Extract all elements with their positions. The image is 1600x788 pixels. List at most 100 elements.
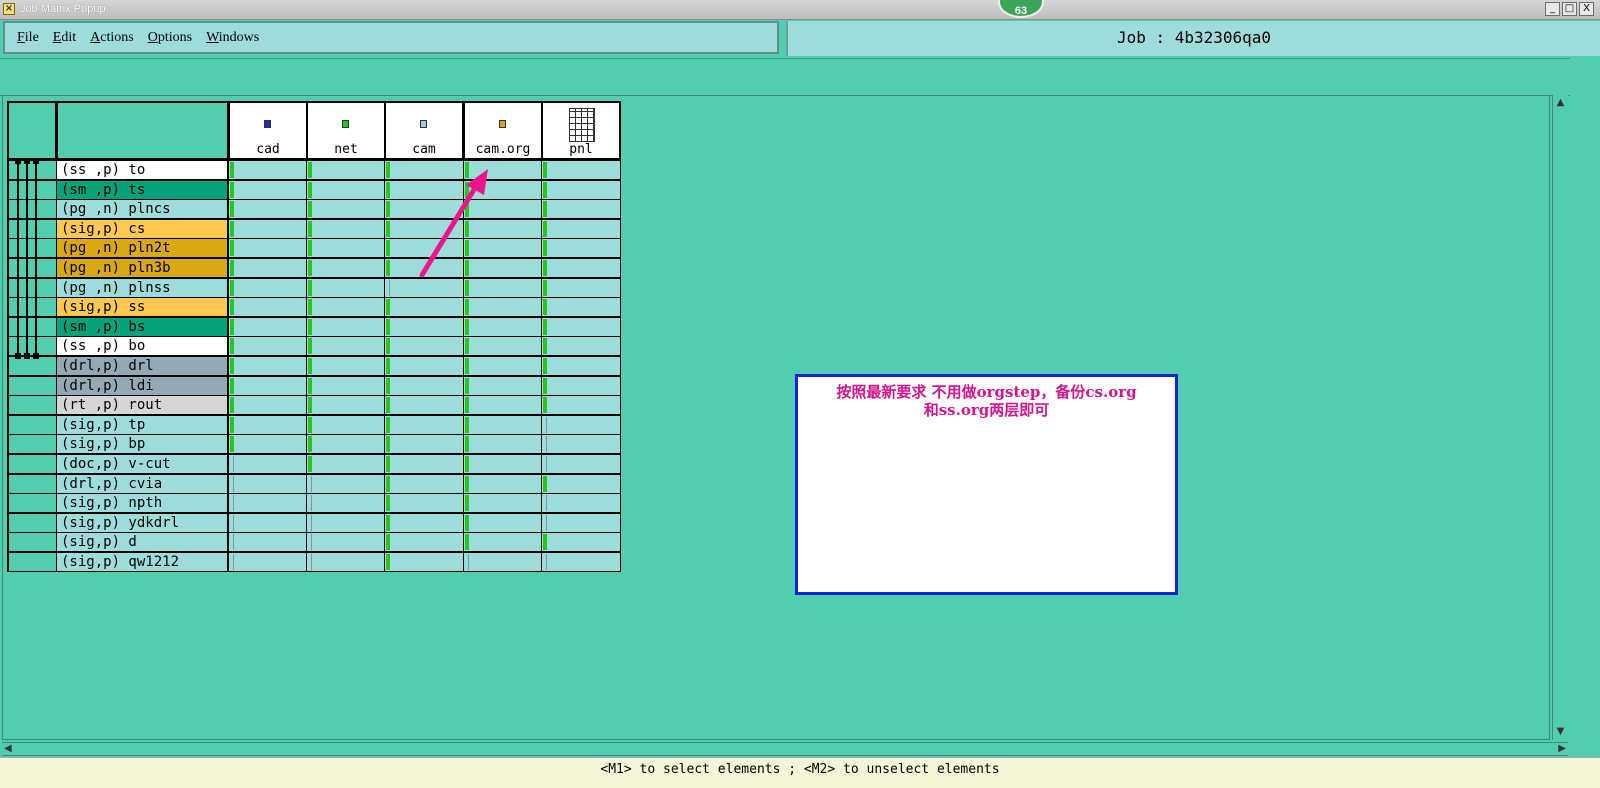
matrix-cell[interactable] — [541, 434, 621, 455]
matrix-cell[interactable] — [541, 473, 621, 494]
layer-name-cell[interactable]: (sig,p) tp — [56, 414, 229, 435]
matrix-cell[interactable] — [306, 395, 386, 416]
matrix-cell[interactable] — [306, 277, 386, 298]
matrix-cell[interactable] — [306, 160, 386, 180]
matrix-cell[interactable] — [541, 218, 621, 239]
layer-link-cell[interactable] — [7, 454, 57, 474]
scroll-up-icon[interactable]: ▲ — [1554, 97, 1567, 109]
matrix-cell[interactable] — [384, 336, 464, 357]
scroll-down-icon[interactable]: ▼ — [1554, 726, 1567, 738]
matrix-cell[interactable] — [306, 199, 386, 220]
matrix-cell[interactable] — [228, 199, 308, 220]
layer-link-cell[interactable] — [7, 297, 57, 318]
matrix-cell[interactable] — [228, 238, 308, 259]
layer-link-cell[interactable] — [7, 316, 57, 337]
layer-link-cell[interactable] — [7, 473, 57, 494]
matrix-cell[interactable] — [384, 434, 464, 455]
matrix-cell[interactable] — [541, 395, 621, 416]
matrix-cell[interactable] — [228, 552, 308, 572]
step-header-net[interactable]: net — [306, 101, 386, 160]
matrix-cell[interactable] — [541, 160, 621, 180]
layer-link-cell[interactable] — [7, 552, 57, 572]
matrix-cell[interactable] — [306, 454, 386, 474]
layer-name-cell[interactable]: (sm ,p) bs — [56, 316, 229, 337]
matrix-cell[interactable] — [228, 473, 308, 494]
matrix-cell[interactable] — [228, 532, 308, 553]
matrix-cell[interactable] — [541, 414, 621, 435]
matrix-cell[interactable] — [384, 473, 464, 494]
vertical-scrollbar[interactable]: ▲ ▼ — [1552, 95, 1568, 740]
matrix-cell[interactable] — [306, 532, 386, 553]
matrix-cell[interactable] — [306, 434, 386, 455]
layer-name-cell[interactable]: (drl,p) drl — [56, 356, 229, 376]
matrix-cell[interactable] — [228, 179, 308, 200]
matrix-cell[interactable] — [384, 512, 464, 533]
matrix-cell[interactable] — [463, 297, 543, 318]
layer-name-cell[interactable]: (sig,p) ss — [56, 297, 229, 318]
matrix-cell[interactable] — [228, 375, 308, 396]
layer-name-cell[interactable]: (drl,p) ldi — [56, 375, 229, 396]
matrix-cell[interactable] — [228, 512, 308, 533]
matrix-cell[interactable] — [306, 218, 386, 239]
layer-name-cell[interactable]: (sig,p) bp — [56, 434, 229, 455]
matrix-cell[interactable] — [306, 297, 386, 318]
layer-name-cell[interactable]: (pg ,n) plnss — [56, 277, 229, 298]
matrix-cell[interactable] — [541, 336, 621, 357]
matrix-cell[interactable] — [228, 493, 308, 514]
matrix-cell[interactable] — [384, 395, 464, 416]
matrix-cell[interactable] — [463, 493, 543, 514]
scroll-right-icon[interactable]: ▶ — [1558, 743, 1566, 755]
matrix-cell[interactable] — [463, 336, 543, 357]
matrix-cell[interactable] — [228, 297, 308, 318]
layer-name-cell[interactable]: (sig,p) ydkdrl — [56, 512, 229, 533]
menu-options[interactable]: Options — [148, 30, 192, 46]
matrix-cell[interactable] — [384, 414, 464, 435]
menu-actions[interactable]: Actions — [90, 30, 134, 46]
matrix-cell[interactable] — [541, 552, 621, 572]
matrix-cell[interactable] — [306, 336, 386, 357]
matrix-cell[interactable] — [541, 238, 621, 259]
maximize-button[interactable]: □ — [1562, 2, 1577, 16]
matrix-cell[interactable] — [463, 454, 543, 474]
matrix-cell[interactable] — [306, 512, 386, 533]
matrix-cell[interactable] — [541, 375, 621, 396]
matrix-cell[interactable] — [228, 454, 308, 474]
matrix-cell[interactable] — [228, 160, 308, 180]
step-header-cam-org[interactable]: cam.org — [463, 101, 543, 160]
matrix-cell[interactable] — [463, 552, 543, 572]
layer-name-cell[interactable]: (pg ,n) plncs — [56, 199, 229, 220]
layer-name-cell[interactable]: (pg ,n) pln3b — [56, 258, 229, 278]
matrix-cell[interactable] — [541, 277, 621, 298]
layer-link-cell[interactable] — [7, 238, 57, 259]
matrix-cell[interactable] — [384, 454, 464, 474]
matrix-cell[interactable] — [306, 258, 386, 278]
layer-link-cell[interactable] — [7, 414, 57, 435]
matrix-cell[interactable] — [306, 238, 386, 259]
minimize-button[interactable]: _ — [1545, 2, 1560, 16]
layer-link-cell[interactable] — [7, 179, 57, 200]
matrix-cell[interactable] — [541, 199, 621, 220]
layer-link-cell[interactable] — [7, 532, 57, 553]
matrix-cell[interactable] — [463, 473, 543, 494]
matrix-cell[interactable] — [306, 179, 386, 200]
layer-name-cell[interactable]: (doc,p) v-cut — [56, 454, 229, 474]
matrix-cell[interactable] — [306, 356, 386, 376]
layer-name-cell[interactable]: (sig,p) d — [56, 532, 229, 553]
matrix-cell[interactable] — [463, 414, 543, 435]
matrix-cell[interactable] — [228, 336, 308, 357]
matrix-cell[interactable] — [228, 414, 308, 435]
matrix-cell[interactable] — [384, 552, 464, 572]
layer-name-cell[interactable]: (rt ,p) rout — [56, 395, 229, 416]
matrix-cell[interactable] — [384, 356, 464, 376]
layer-name-cell[interactable]: (drl,p) cvia — [56, 473, 229, 494]
matrix-cell[interactable] — [306, 414, 386, 435]
matrix-cell[interactable] — [228, 218, 308, 239]
matrix-cell[interactable] — [541, 493, 621, 514]
layer-name-cell[interactable]: (sig,p) cs — [56, 218, 229, 239]
matrix-cell[interactable] — [228, 316, 308, 337]
step-header-pnl[interactable]: pnl — [541, 101, 621, 160]
matrix-cell[interactable] — [384, 375, 464, 396]
menu-windows[interactable]: Windows — [206, 30, 259, 46]
close-button[interactable]: X — [1579, 2, 1594, 16]
matrix-cell[interactable] — [541, 512, 621, 533]
